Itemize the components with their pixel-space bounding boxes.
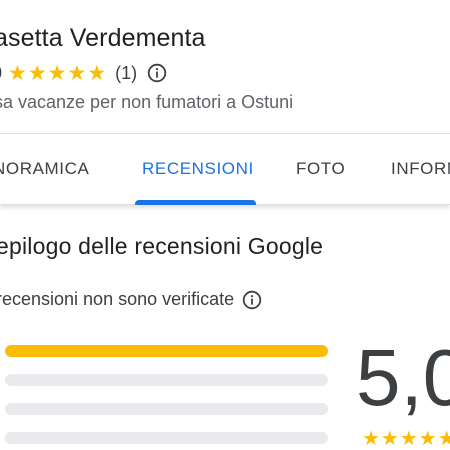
tab-informazioni[interactable]: INFORM: [391, 159, 450, 179]
rating-row[interactable]: 0 ★★★★★ (1): [0, 61, 167, 85]
info-icon[interactable]: [147, 63, 167, 83]
tab-recensioni[interactable]: RECENSIONI: [142, 159, 254, 179]
place-category: sa vacanze per non fumatori a Ostuni: [0, 92, 294, 112]
rating-bar-4[interactable]: [5, 374, 328, 386]
tab-panoramica[interactable]: NORAMICA: [0, 159, 89, 179]
average-stars: ★★★★★: [362, 428, 450, 450]
rating-bar-3[interactable]: [5, 403, 328, 415]
review-count[interactable]: (1): [115, 63, 137, 84]
tab-bar: NORAMICA RECENSIONI FOTO INFORM: [0, 133, 450, 205]
info-icon[interactable]: [242, 290, 262, 310]
place-title: asetta Verdementa: [0, 24, 206, 52]
rating-value: 0: [0, 63, 2, 84]
rating-bar-fill: [5, 345, 328, 357]
rating-bar-2[interactable]: [5, 432, 328, 444]
rating-distribution: [5, 345, 328, 450]
unverified-note: recensioni non sono verificate: [0, 289, 262, 310]
average-score: 5,0: [356, 333, 450, 422]
tab-foto[interactable]: FOTO: [296, 159, 345, 179]
active-tab-indicator: [135, 200, 256, 205]
rating-stars: ★★★★★: [8, 61, 108, 85]
reviews-summary-title: epilogo delle recensioni Google: [0, 233, 324, 259]
rating-bar-5[interactable]: [5, 345, 328, 357]
unverified-note-text: recensioni non sono verificate: [0, 289, 235, 309]
